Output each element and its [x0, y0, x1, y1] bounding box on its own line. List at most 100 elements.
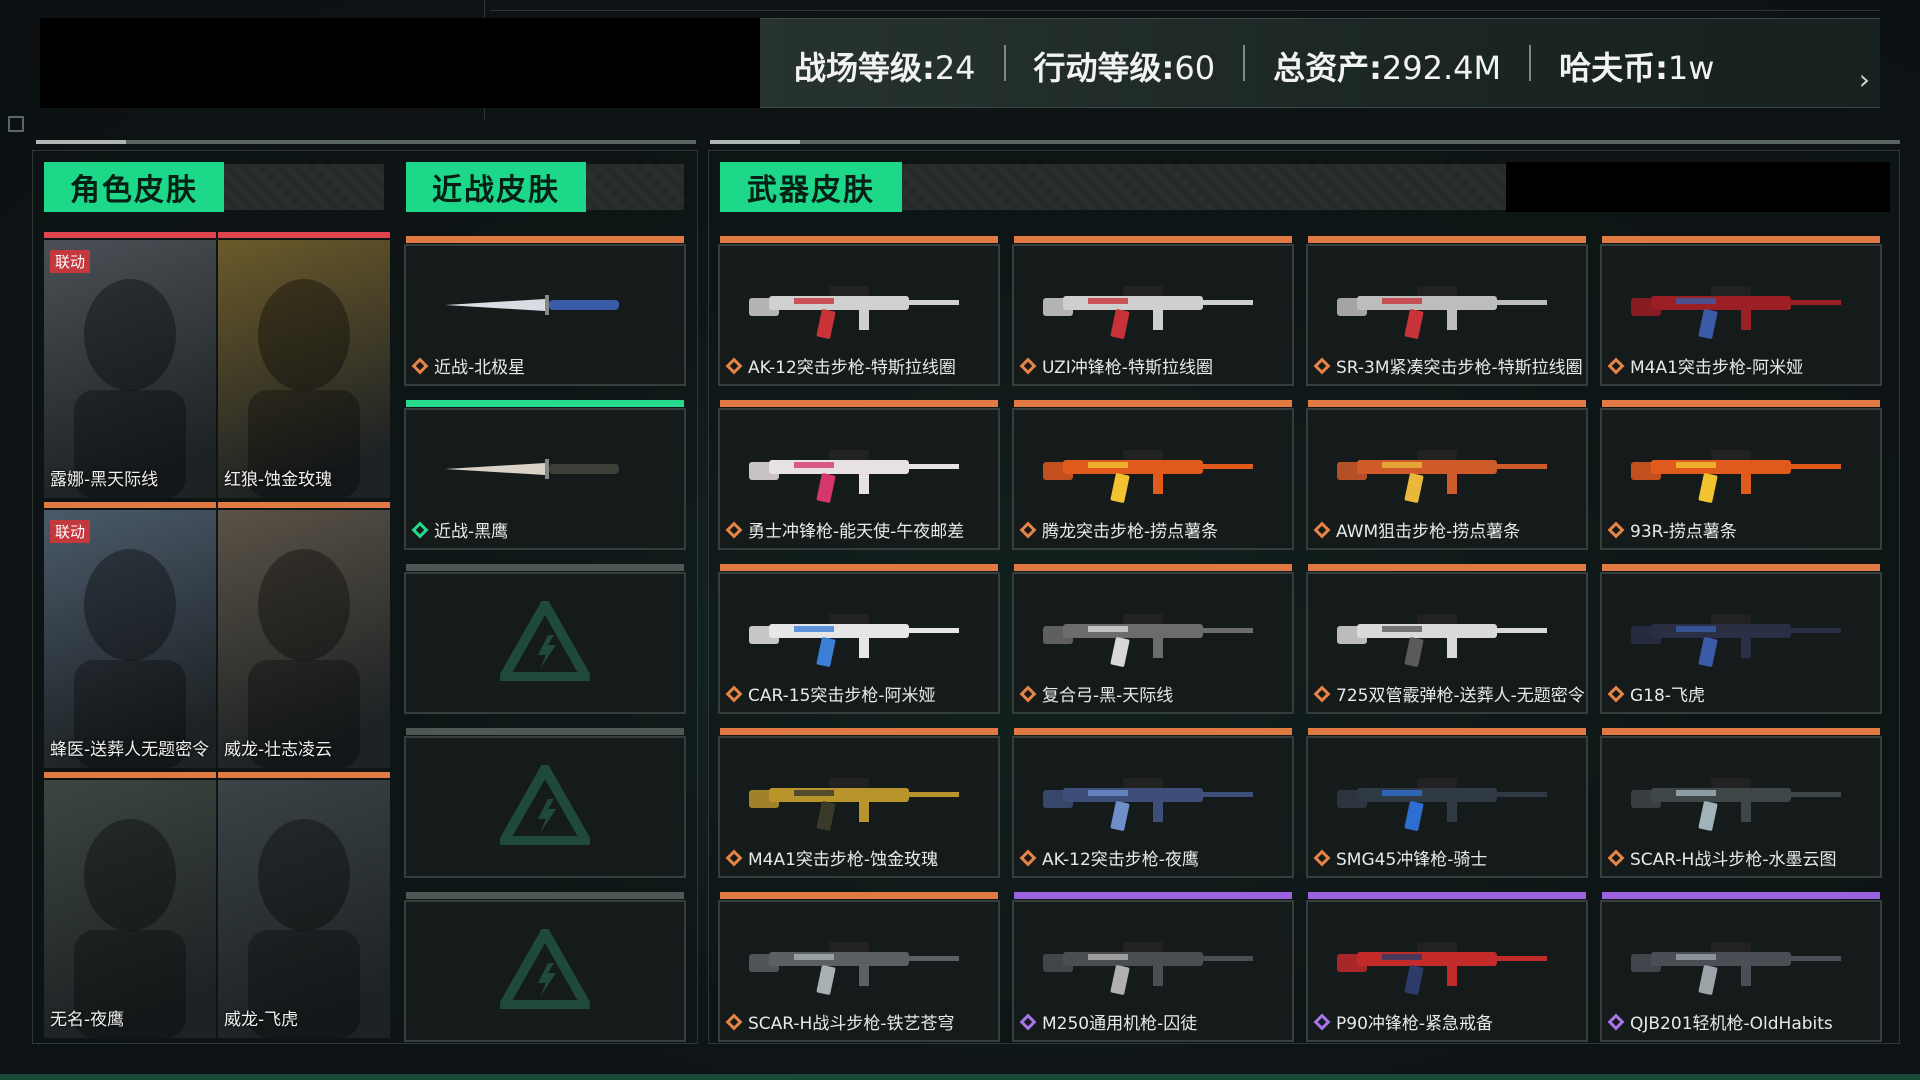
weapon-skin-label: 93R-捞点薯条 — [1607, 517, 1737, 542]
weapon-skin-card[interactable]: 勇士冲锋枪-能天使-午夜邮差 — [718, 400, 1000, 550]
character-skin-card[interactable]: 联动 蜂医-送葬人无题密令 — [44, 510, 216, 768]
weapon-skin-card[interactable]: M4A1突击步枪-阿米娅 — [1600, 236, 1882, 386]
rarity-bar — [406, 236, 684, 243]
melee-skin-card[interactable]: 近战-黑鹰 — [404, 400, 686, 550]
weapon-skin-card[interactable]: P90冲锋枪-紧急戒备 — [1306, 892, 1588, 1042]
character-skin-name: 威龙-飞虎 — [224, 1010, 299, 1030]
weapon-skin-name: 725双管霰弹枪-送葬人-无题密令 — [1336, 686, 1585, 706]
weapon-skin-name: 勇士冲锋枪-能天使-午夜邮差 — [748, 522, 965, 542]
weapon-skin-card[interactable]: SMG45冲锋枪-骑士 — [1306, 728, 1588, 878]
tab-weapon-skins[interactable]: 武器皮肤 — [720, 162, 1506, 212]
weapon-skin-card[interactable]: M250通用机枪-囚徒 — [1012, 892, 1294, 1042]
rarity-bar — [1014, 236, 1292, 243]
rarity-diamond-icon — [411, 357, 429, 374]
weapon-skin-card[interactable]: G18-飞虎 — [1600, 564, 1882, 714]
melee-skin-card[interactable]: 近战-北极星 — [404, 236, 686, 386]
weapon-skin-card[interactable]: 93R-捞点薯条 — [1600, 400, 1882, 550]
weapon-icon — [1337, 930, 1557, 1004]
panel-top-line — [710, 140, 1900, 144]
weapon-skin-label: CAR-15突击步枪-阿米娅 — [725, 681, 936, 706]
melee-skin-name: 近战-北极星 — [434, 358, 526, 378]
weapon-skin-name: SR-3M紧凑突击步枪-特斯拉线圈 — [1336, 358, 1583, 378]
character-skin-card[interactable]: 无名-夜鹰 — [44, 780, 216, 1038]
weapon-skin-card[interactable]: SCAR-H战斗步枪-铁艺苍穹 — [718, 892, 1000, 1042]
character-rarity-bar — [218, 502, 390, 508]
character-portrait — [44, 510, 216, 768]
weapon-icon — [749, 930, 969, 1004]
weapon-skin-card[interactable]: AK-12突击步枪-特斯拉线圈 — [718, 236, 1000, 386]
tab-melee-skins[interactable]: 近战皮肤 — [406, 162, 684, 212]
weapon-skin-card[interactable]: SR-3M紧凑突击步枪-特斯拉线圈 — [1306, 236, 1588, 386]
rarity-bar — [1308, 400, 1586, 407]
rarity-diamond-icon — [1019, 685, 1037, 702]
stat-total-assets: 总资产: 292.4M — [1245, 43, 1529, 87]
weapon-skin-card[interactable]: SCAR-H战斗步枪-水墨云图 — [1600, 728, 1882, 878]
rarity-bar — [720, 892, 998, 899]
weapon-skin-card[interactable]: 腾龙突击步枪-捞点薯条 — [1012, 400, 1294, 550]
rarity-diamond-icon — [1313, 685, 1331, 702]
weapon-skin-label: SMG45冲锋枪-骑士 — [1313, 845, 1487, 870]
character-rarity-bar — [44, 232, 216, 238]
weapon-icon — [1337, 438, 1557, 512]
weapon-icon — [1043, 930, 1263, 1004]
weapon-skin-card[interactable]: 725双管霰弹枪-送葬人-无题密令 — [1306, 564, 1588, 714]
weapon-skin-card[interactable]: 复合弓-黑-天际线 — [1012, 564, 1294, 714]
weapon-skin-label: M4A1突击步枪-蚀金玫瑰 — [725, 845, 938, 870]
weapon-skin-label: M250通用机枪-囚徒 — [1019, 1009, 1198, 1034]
tab-weapon-label: 武器皮肤 — [720, 162, 902, 212]
weapon-icon — [1631, 438, 1851, 512]
rarity-diamond-icon — [1313, 357, 1331, 374]
rarity-diamond-icon — [1313, 1013, 1331, 1030]
character-skin-card[interactable]: 联动 露娜-黑天际线 — [44, 240, 216, 498]
weapon-icon — [1631, 766, 1851, 840]
rarity-diamond-icon — [725, 357, 743, 374]
inventory-screen: 战场等级: 24 行动等级: 60 总资产: 292.4M 哈夫币: 1w › … — [0, 0, 1920, 1080]
weapon-skin-card[interactable]: AWM狙击步枪-捞点薯条 — [1306, 400, 1588, 550]
rarity-bar — [720, 236, 998, 243]
rarity-bar — [1308, 236, 1586, 243]
character-skin-card[interactable]: 威龙-飞虎 — [218, 780, 390, 1038]
melee-skin-label: 近战-北极星 — [411, 353, 526, 378]
weapon-skin-card[interactable]: CAR-15突击步枪-阿米娅 — [718, 564, 1000, 714]
weapon-skin-name: SCAR-H战斗步枪-铁艺苍穹 — [748, 1014, 955, 1034]
redacted-region — [40, 18, 760, 108]
weapon-skin-card[interactable]: UZI冲锋枪-特斯拉线圈 — [1012, 236, 1294, 386]
character-skin-card[interactable]: 红狼-蚀金玫瑰 — [218, 240, 390, 498]
empty-slot-card — [404, 892, 686, 1042]
weapon-skin-card[interactable]: AK-12突击步枪-夜鹰 — [1012, 728, 1294, 878]
rarity-bar — [720, 400, 998, 407]
weapon-skin-card[interactable]: M4A1突击步枪-蚀金玫瑰 — [718, 728, 1000, 878]
weapon-icon — [1043, 602, 1263, 676]
rarity-diamond-icon — [725, 1013, 743, 1030]
top-divider — [490, 10, 1880, 11]
character-skin-name: 无名-夜鹰 — [50, 1010, 125, 1030]
collab-badge: 联动 — [50, 250, 91, 273]
weapon-icon — [749, 766, 969, 840]
stat-hafu-coin: 哈夫币: 1w — [1531, 43, 1742, 87]
character-skin-card[interactable]: 威龙-壮志凌云 — [218, 510, 390, 768]
melee-skin-label: 近战-黑鹰 — [411, 517, 508, 542]
weapon-icon — [1631, 602, 1851, 676]
rarity-diamond-icon — [725, 521, 743, 538]
rarity-diamond-icon — [1019, 849, 1037, 866]
tab-melee-label: 近战皮肤 — [406, 162, 586, 212]
rarity-diamond-icon — [1313, 521, 1331, 538]
weapon-skin-name: 复合弓-黑-天际线 — [1042, 686, 1174, 706]
weapon-skin-label: AK-12突击步枪-夜鹰 — [1019, 845, 1199, 870]
rarity-bar — [1308, 728, 1586, 735]
stat-label: 哈夫币: — [1559, 49, 1668, 87]
weapon-skin-card[interactable]: QJB201轻机枪-OldHabits — [1600, 892, 1882, 1042]
rarity-bar — [1014, 564, 1292, 571]
chevron-right-icon[interactable]: › — [1859, 63, 1870, 96]
tab-character-skins[interactable]: 角色皮肤 — [44, 162, 384, 212]
player-stats-bar: 战场等级: 24 行动等级: 60 总资产: 292.4M 哈夫币: 1w › — [760, 18, 1880, 108]
weapon-skin-name: M250通用机枪-囚徒 — [1042, 1014, 1198, 1034]
weapon-icon — [1631, 274, 1851, 348]
rarity-bar — [1014, 400, 1292, 407]
rarity-diamond-icon — [1607, 521, 1625, 538]
rarity-diamond-icon — [725, 849, 743, 866]
weapon-skin-label: QJB201轻机枪-OldHabits — [1607, 1009, 1833, 1034]
character-rarity-bar — [44, 772, 216, 778]
rarity-bar — [720, 728, 998, 735]
rarity-bar — [1308, 892, 1586, 899]
